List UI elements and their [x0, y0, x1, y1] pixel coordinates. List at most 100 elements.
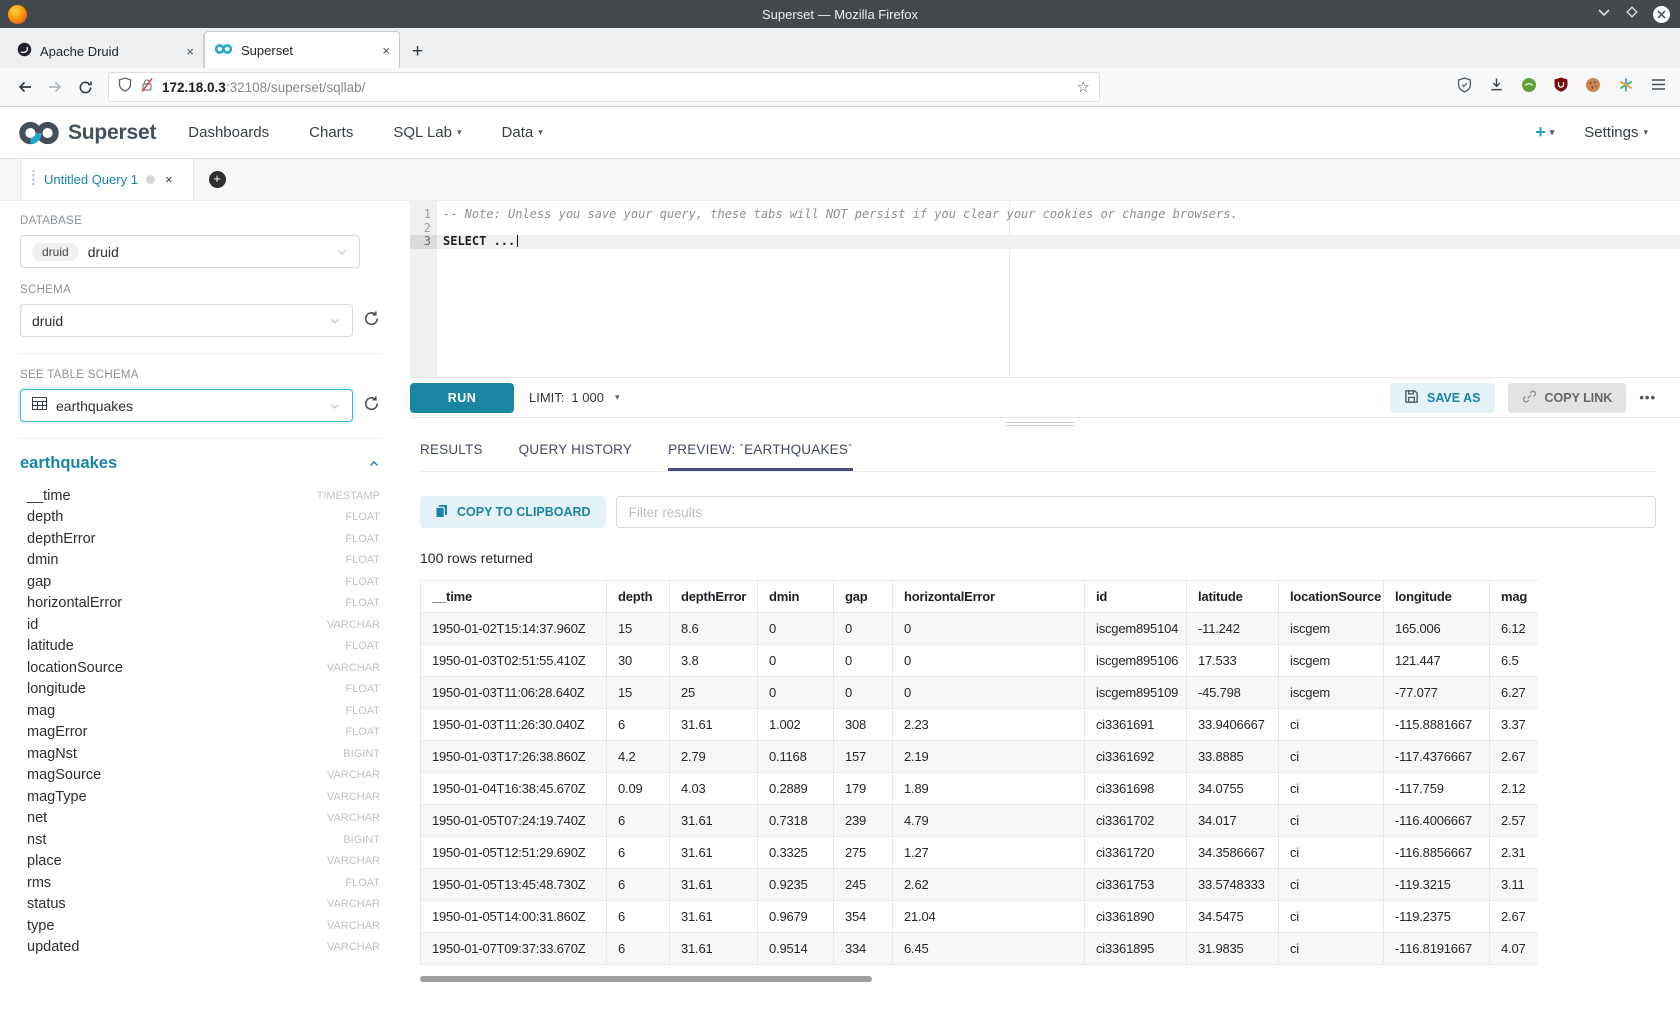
menu-hamburger-icon[interactable] [1651, 78, 1666, 96]
sql-editor[interactable]: 123 -- Note: Unless you save your query,… [410, 201, 1680, 377]
save-as-button[interactable]: SAVE AS [1390, 383, 1495, 413]
table-select[interactable]: earthquakes [20, 389, 353, 422]
copy-link-button[interactable]: COPY LINK [1508, 383, 1627, 413]
column-header[interactable]: locationSource [1279, 581, 1384, 613]
table-cell: 2.67 [1490, 901, 1539, 933]
bookmark-star-icon[interactable]: ☆ [1077, 78, 1090, 96]
browser-tab-apache-druid[interactable]: Apache Druid × [8, 34, 204, 68]
refresh-tables-icon[interactable] [363, 395, 380, 417]
column-name: mag [27, 703, 55, 719]
tracking-shield-icon[interactable] [118, 77, 132, 97]
brand-name: Superset [68, 121, 156, 145]
table-cell: 0.1168 [758, 741, 834, 773]
results-table-body: 1950-01-02T15:14:37.960Z158.6000iscgem89… [421, 613, 1539, 965]
divider [20, 438, 380, 439]
table-row: 1950-01-03T02:51:55.410Z303.8000iscgem89… [421, 645, 1539, 677]
window-close-icon[interactable] [1653, 6, 1670, 23]
column-type: FLOAT [345, 554, 380, 566]
downloads-icon[interactable] [1489, 77, 1504, 97]
tab-close-icon[interactable]: × [186, 44, 194, 59]
window-maximize-icon[interactable] [1626, 5, 1638, 23]
rows-returned-text: 100 rows returned [420, 550, 1680, 566]
run-button[interactable]: RUN [410, 383, 514, 413]
superset-logo[interactable]: Superset [18, 120, 156, 146]
column-header[interactable]: horizontalError [893, 581, 1085, 613]
column-header[interactable]: dmin [758, 581, 834, 613]
table-cell: 6.27 [1490, 677, 1539, 709]
table-cell: 15 [607, 613, 670, 645]
tab-close-icon[interactable]: × [382, 43, 390, 58]
table-cell: iscgem [1279, 613, 1384, 645]
query-tab-close-icon[interactable]: × [165, 172, 173, 187]
reload-button-icon[interactable] [70, 80, 100, 95]
table-cell: 0 [893, 645, 1085, 677]
more-options-button[interactable]: ••• [1639, 390, 1656, 405]
table-cell: 33.8885 [1187, 741, 1279, 773]
column-header[interactable]: gap [834, 581, 893, 613]
table-cell: ci3361753 [1085, 869, 1187, 901]
table-cell: 0 [758, 613, 834, 645]
tab-preview-earthquakes[interactable]: PREVIEW: `EARTHQUAKES` [668, 442, 853, 471]
window-minimize-icon[interactable] [1597, 5, 1611, 23]
editor-lines: -- Note: Unless you save your query, the… [437, 208, 1680, 249]
column-name: type [27, 918, 54, 934]
database-select[interactable]: druid druid [20, 235, 360, 268]
extension-green-icon[interactable] [1521, 77, 1537, 98]
refresh-schema-icon[interactable] [363, 310, 380, 332]
forward-button-icon[interactable] [40, 79, 70, 95]
collapse-chevron-up-icon[interactable] [368, 458, 380, 470]
column-header[interactable]: depth [607, 581, 670, 613]
ublock-shield-icon[interactable] [1554, 77, 1568, 97]
column-header[interactable]: latitude [1187, 581, 1279, 613]
cookie-icon[interactable] [1585, 77, 1601, 98]
multicolor-asterisk-icon[interactable] [1618, 77, 1634, 98]
protections-shield-icon[interactable] [1457, 77, 1472, 98]
settings-menu[interactable]: Settings▾ [1584, 124, 1648, 141]
table-cell: 31.61 [670, 869, 758, 901]
schema-column-row: dmin FLOAT [20, 550, 380, 572]
copy-to-clipboard-button[interactable]: COPY TO CLIPBOARD [420, 496, 606, 528]
column-header[interactable]: longitude [1384, 581, 1490, 613]
browser-tab-superset[interactable]: Superset × [204, 31, 400, 68]
back-button-icon[interactable] [10, 79, 40, 95]
nav-item-dashboards[interactable]: Dashboards [188, 124, 269, 141]
new-item-button[interactable]: +▾ [1535, 122, 1554, 143]
chevron-down-icon: ▾ [538, 127, 543, 138]
query-tab-untitled[interactable]: Untitled Query 1 × [20, 159, 194, 200]
column-header[interactable]: depthError [670, 581, 758, 613]
column-header[interactable]: mag [1490, 581, 1539, 613]
schema-column-row: place VARCHAR [20, 851, 380, 873]
table-cell: 6 [607, 933, 670, 965]
table-cell: 0.9235 [758, 869, 834, 901]
table-cell: -115.8881667 [1384, 709, 1490, 741]
filter-results-input[interactable] [616, 496, 1656, 528]
schema-column-row: rms FLOAT [20, 872, 380, 894]
tab-query-history[interactable]: QUERY HISTORY [519, 442, 632, 471]
nav-item-charts[interactable]: Charts [309, 124, 353, 141]
nav-item-data[interactable]: Data▾ [502, 124, 543, 141]
insecure-lock-icon[interactable] [140, 78, 154, 97]
url-bar[interactable]: 172.18.0.3:32108/superset/sqllab/ ☆ [108, 72, 1100, 102]
table-cell: 165.006 [1384, 613, 1490, 645]
url-text: 172.18.0.3:32108/superset/sqllab/ [162, 80, 365, 95]
add-query-tab-button[interactable]: + [194, 159, 240, 200]
column-header[interactable]: __time [421, 581, 607, 613]
table-row: 1950-01-04T16:38:45.670Z0.094.030.288917… [421, 773, 1539, 805]
column-header[interactable]: id [1085, 581, 1187, 613]
table-cell: -119.3215 [1384, 869, 1490, 901]
query-tab-strip: Untitled Query 1 × + [0, 159, 1680, 201]
tab-results[interactable]: RESULTS [420, 442, 483, 471]
table-cell: -11.242 [1187, 613, 1279, 645]
column-type: FLOAT [345, 726, 380, 738]
nav-item-sql-lab[interactable]: SQL Lab▾ [393, 124, 461, 141]
table-cell: 3.37 [1490, 709, 1539, 741]
horizontal-scrollbar-thumb[interactable] [420, 976, 872, 982]
new-tab-button[interactable]: + [412, 42, 423, 61]
table-cell: ci3361691 [1085, 709, 1187, 741]
pane-resize-handle[interactable] [400, 418, 1680, 430]
drag-handle-icon[interactable] [31, 169, 36, 191]
table-cell: 6.12 [1490, 613, 1539, 645]
limit-dropdown[interactable]: LIMIT: 1 000 ▾ [529, 390, 619, 405]
schema-select[interactable]: druid [20, 304, 353, 337]
schema-column-row: nst BIGINT [20, 829, 380, 851]
